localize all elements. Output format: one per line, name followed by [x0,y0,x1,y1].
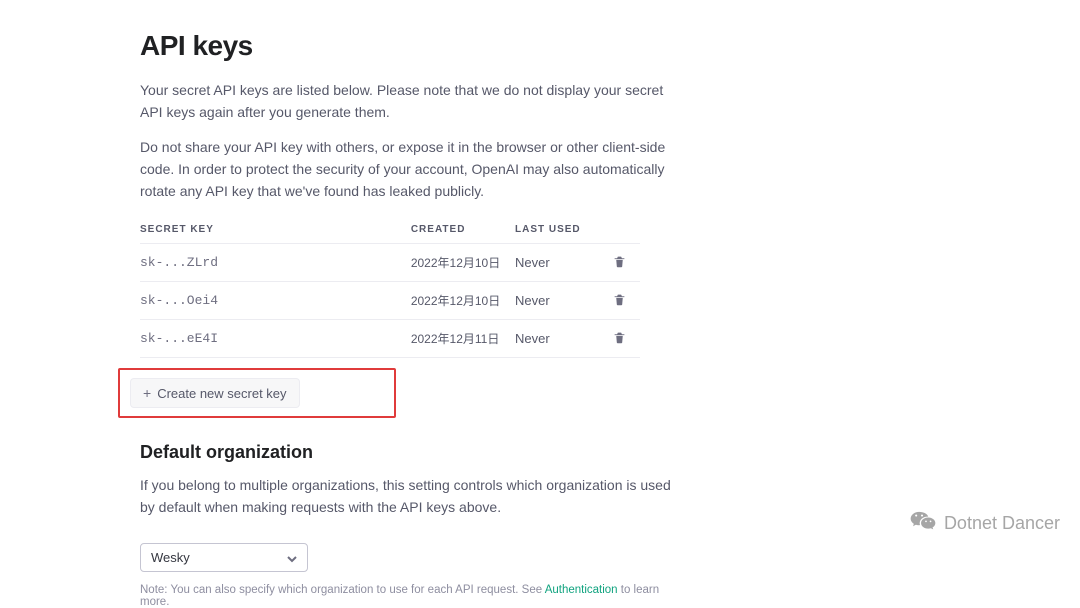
chevron-down-icon [287,552,297,562]
table-row: sk-...ZLrd 2022年12月10日 Never [140,244,640,282]
cell-lastused: Never [515,320,609,358]
description-2: Do not share your API key with others, o… [140,137,680,202]
create-secret-key-button[interactable]: + Create new secret key [130,378,300,408]
col-header-created: CREATED [411,216,515,244]
cell-lastused: Never [515,282,609,320]
watermark: Dotnet Dancer [910,510,1060,537]
default-org-desc: If you belong to multiple organizations,… [140,475,680,518]
cell-created: 2022年12月10日 [411,282,515,320]
watermark-text: Dotnet Dancer [944,513,1060,534]
cell-secret: sk-...Oei4 [140,282,411,320]
create-key-highlight: + Create new secret key [118,368,396,418]
trash-icon[interactable] [613,332,626,347]
cell-created: 2022年12月11日 [411,320,515,358]
cell-lastused: Never [515,244,609,282]
create-key-label: Create new secret key [157,386,286,401]
table-row: sk-...eE4I 2022年12月11日 Never [140,320,640,358]
col-header-secret: SECRET KEY [140,216,411,244]
api-keys-table: SECRET KEY CREATED LAST USED sk-...ZLrd … [140,216,640,358]
col-header-actions [609,216,640,244]
trash-icon[interactable] [613,256,626,271]
default-org-title: Default organization [140,442,680,463]
org-selected-value: Wesky [151,550,190,565]
table-row: sk-...Oei4 2022年12月10日 Never [140,282,640,320]
trash-icon[interactable] [613,294,626,309]
cell-created: 2022年12月10日 [411,244,515,282]
col-header-lastused: LAST USED [515,216,609,244]
page-title: API keys [140,30,680,62]
cell-secret: sk-...eE4I [140,320,411,358]
org-note: Note: You can also specify which organiz… [140,584,680,608]
description-1: Your secret API keys are listed below. P… [140,80,680,123]
cell-secret: sk-...ZLrd [140,244,411,282]
org-select[interactable]: Wesky [140,543,308,572]
plus-icon: + [143,385,151,401]
authentication-link[interactable]: Authentication [545,584,618,596]
note-prefix: Note: You can also specify which organiz… [140,584,545,596]
wechat-icon [910,510,936,537]
